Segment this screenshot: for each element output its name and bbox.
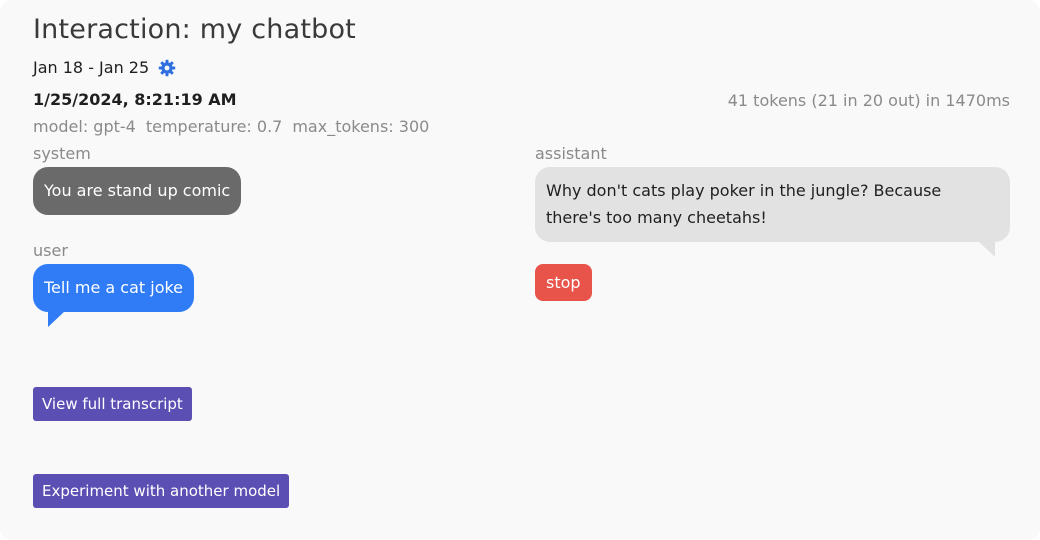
experiment-button[interactable]: Experiment with another model bbox=[33, 474, 290, 508]
user-message-bubble: Tell me a cat joke bbox=[33, 264, 195, 327]
param-temperature: temperature: 0.7 bbox=[145, 117, 283, 136]
run-timestamp: 1/25/2024, 8:21:19 AM bbox=[33, 90, 237, 109]
finish-reason-badge: stop bbox=[535, 264, 592, 301]
gear-icon[interactable] bbox=[158, 59, 176, 77]
page-title: Interaction: my chatbot bbox=[33, 14, 356, 45]
run-params: model: gpt-4 temperature: 0.7 max_tokens… bbox=[33, 117, 429, 136]
view-transcript-button[interactable]: View full transcript bbox=[33, 387, 192, 421]
date-range-label: Jan 18 - Jan 25 bbox=[33, 58, 150, 77]
param-model: model: gpt-4 bbox=[33, 117, 136, 136]
user-role-label: user bbox=[33, 241, 68, 260]
assistant-message-bubble: Why don't cats play poker in the jungle?… bbox=[535, 167, 1010, 257]
interaction-panel: Interaction: my chatbot Jan 18 - Jan 25 bbox=[0, 0, 1040, 540]
system-role-label: system bbox=[33, 144, 91, 163]
system-message-bubble: You are stand up comic bbox=[33, 167, 242, 215]
date-range: Jan 18 - Jan 25 bbox=[33, 58, 176, 77]
assistant-role-label: assistant bbox=[535, 144, 607, 163]
token-summary: 41 tokens (21 in 20 out) in 1470ms bbox=[727, 91, 1010, 110]
param-max-tokens: max_tokens: 300 bbox=[292, 117, 430, 136]
